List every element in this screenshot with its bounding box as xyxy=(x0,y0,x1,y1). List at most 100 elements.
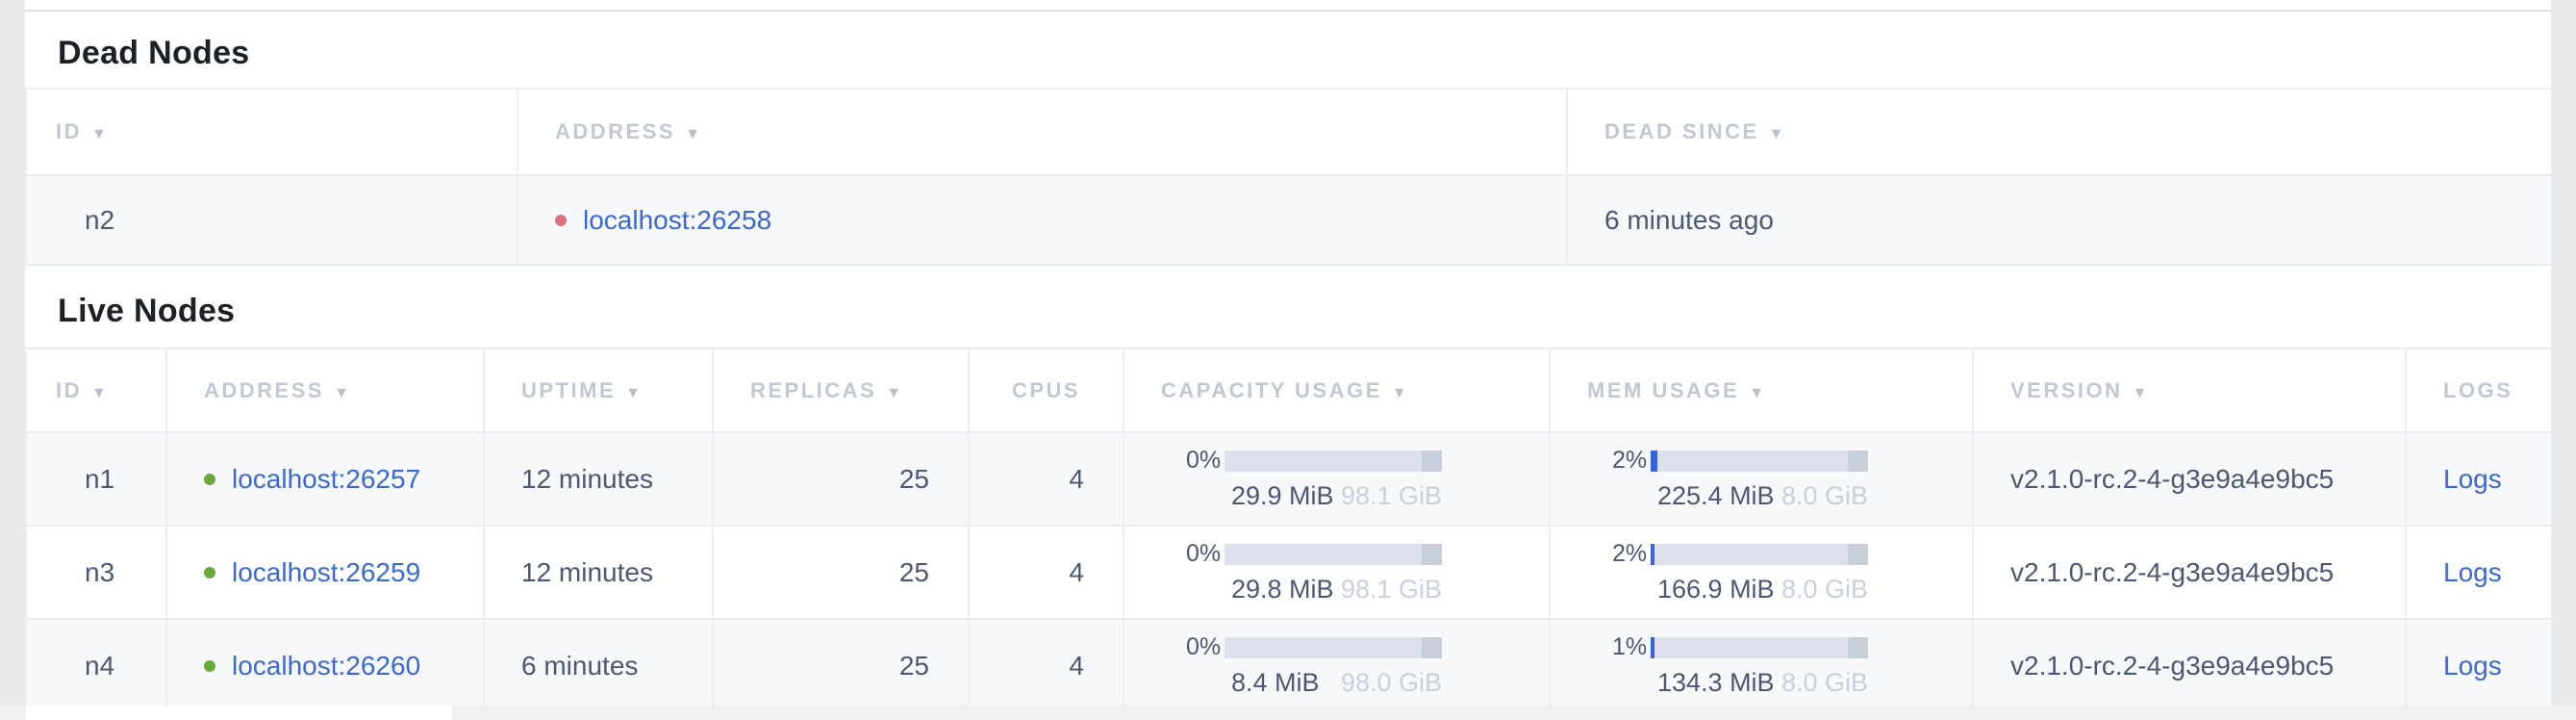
capacity-bar xyxy=(1225,544,1442,565)
mem-usage-widget: 2% 166.9 MiB 8.0 GiB xyxy=(1587,540,1868,604)
live-col-header-mem-usage[interactable]: MEM USAGE▼ xyxy=(1550,348,1973,432)
mem-bar-fill xyxy=(1651,450,1657,472)
address-link[interactable]: localhost:26258 xyxy=(583,205,771,236)
live-nodes-title: Live Nodes xyxy=(25,266,2551,347)
sort-arrow-icon: ▼ xyxy=(2133,385,2148,401)
dead-status-dot-icon xyxy=(555,215,567,226)
live-status-dot-icon xyxy=(204,567,215,579)
column-label: ID xyxy=(56,119,82,143)
live-col-header-version[interactable]: VERSION ▼ xyxy=(1973,348,2406,432)
replicas-cell: 25 xyxy=(713,526,969,619)
mem-bar-fill xyxy=(1651,544,1654,565)
address-link[interactable]: localhost:26259 xyxy=(232,557,420,588)
replicas-cell: 25 xyxy=(713,619,969,706)
live-col-header-capacity-usage[interactable]: CAPACITY USAGE ▼ xyxy=(1124,348,1550,432)
live-col-header-id[interactable]: ID▼ xyxy=(26,348,166,432)
node-address-cell: localhost:26259 xyxy=(166,526,484,619)
capacity-usage-cell: 0% 29.8 MiB 98.1 GiB xyxy=(1124,526,1550,619)
live-status-dot-icon xyxy=(204,474,215,485)
usage-used: 8.4 MiB xyxy=(1231,668,1320,698)
logs-link[interactable]: Logs xyxy=(2443,464,2502,494)
sort-arrow-icon: ▼ xyxy=(1392,385,1407,401)
table-row: n1 localhost:26257 12 minutes 25 4 0% xyxy=(26,432,2551,526)
usage-percent: 0% xyxy=(1186,540,1225,568)
mem-usage-widget: 2% 225.4 MiB 8.0 GiB xyxy=(1587,447,1868,511)
cpus-cell: 4 xyxy=(969,526,1124,619)
capacity-usage-widget: 0% 8.4 MiB 98.0 GiB xyxy=(1161,633,1442,698)
dead-nodes-title: Dead Nodes xyxy=(25,12,2551,88)
usage-total: 8.0 GiB xyxy=(1781,668,1868,698)
live-col-header-cpus: CPUS xyxy=(969,348,1124,432)
node-address-cell: localhost:26258 xyxy=(518,175,1567,265)
usage-total: 98.0 GiB xyxy=(1341,668,1442,698)
horizontal-scrollbar-thumb[interactable] xyxy=(26,706,452,720)
capacity-bar-endcap xyxy=(1422,637,1442,658)
dead-col-header-id[interactable]: ID ▼ xyxy=(26,89,518,175)
mem-usage-cell: 2% 166.9 MiB 8.0 GiB xyxy=(1550,526,1973,619)
sort-arrow-icon: ▼ xyxy=(334,385,349,401)
mem-bar xyxy=(1651,637,1868,658)
sort-arrow-icon: ▼ xyxy=(685,126,700,142)
mem-usage-cell: 1% 134.3 MiB 8.0 GiB xyxy=(1550,619,1973,706)
column-label: CPUS xyxy=(1012,378,1080,402)
live-nodes-header-row: ID▼ ADDRESS▼ UPTIME▼ REPLICAS▼ CPUS CAPA… xyxy=(26,348,2551,432)
address-link[interactable]: localhost:26257 xyxy=(232,464,420,495)
cpus-cell: 4 xyxy=(969,619,1124,706)
logs-link[interactable]: Logs xyxy=(2443,651,2502,681)
live-col-header-address[interactable]: ADDRESS▼ xyxy=(166,348,484,432)
logs-link[interactable]: Logs xyxy=(2443,557,2502,587)
usage-used: 29.8 MiB xyxy=(1231,575,1334,604)
usage-total: 98.1 GiB xyxy=(1341,575,1442,604)
table-row: n4 localhost:26260 6 minutes 25 4 0% xyxy=(26,619,2551,706)
sort-arrow-icon: ▼ xyxy=(886,385,901,401)
usage-used: 134.3 MiB xyxy=(1657,668,1775,698)
live-status-dot-icon xyxy=(204,660,215,672)
mem-bar-fill xyxy=(1651,637,1654,658)
column-label: DEAD SINCE xyxy=(1604,119,1759,143)
logs-cell: Logs xyxy=(2406,432,2551,526)
column-label: ADDRESS xyxy=(555,119,675,143)
node-address-cell: localhost:26257 xyxy=(166,432,484,526)
live-col-header-logs: LOGS xyxy=(2406,348,2551,432)
version-cell: v2.1.0-rc.2-4-g3e9a4e9bc5 xyxy=(1973,432,2406,526)
version-cell: v2.1.0-rc.2-4-g3e9a4e9bc5 xyxy=(1973,526,2406,619)
dead-col-header-address[interactable]: ADDRESS ▼ xyxy=(518,89,1567,175)
node-id-cell: n1 xyxy=(26,432,166,526)
dead-col-header-dead-since[interactable]: DEAD SINCE ▼ xyxy=(1567,89,2551,175)
capacity-usage-widget: 0% 29.8 MiB 98.1 GiB xyxy=(1161,540,1442,604)
node-id-cell: n2 xyxy=(26,175,518,265)
usage-total: 98.1 GiB xyxy=(1341,481,1442,511)
mem-bar-endcap xyxy=(1848,637,1868,658)
mem-usage-widget: 1% 134.3 MiB 8.0 GiB xyxy=(1587,633,1868,698)
mem-bar xyxy=(1651,450,1868,472)
uptime-cell: 12 minutes xyxy=(484,432,713,526)
node-id-cell: n4 xyxy=(26,619,166,706)
usage-used: 29.9 MiB xyxy=(1231,481,1334,511)
sort-arrow-icon: ▼ xyxy=(1769,126,1784,142)
usage-total: 8.0 GiB xyxy=(1781,575,1868,604)
dead-nodes-header-row: ID ▼ ADDRESS ▼ DEAD SINCE ▼ xyxy=(26,89,2551,175)
mem-usage-cell: 2% 225.4 MiB 8.0 GiB xyxy=(1550,432,1973,526)
usage-percent: 2% xyxy=(1612,540,1651,568)
replicas-cell: 25 xyxy=(713,432,969,526)
column-label: VERSION xyxy=(2010,378,2123,402)
address-link[interactable]: localhost:26260 xyxy=(232,651,420,681)
column-label: CAPACITY USAGE xyxy=(1161,378,1382,402)
node-list-panel: Dead Nodes ID ▼ ADDRESS ▼ DEAD SINCE ▼ n2 l… xyxy=(25,0,2551,706)
uptime-cell: 6 minutes xyxy=(484,619,713,706)
logs-cell: Logs xyxy=(2406,619,2551,706)
sort-arrow-icon: ▼ xyxy=(1749,385,1764,401)
capacity-bar-endcap xyxy=(1422,544,1442,565)
sort-arrow-icon: ▼ xyxy=(91,126,107,142)
mem-bar-endcap xyxy=(1848,450,1868,472)
usage-total: 8.0 GiB xyxy=(1781,481,1868,511)
sort-arrow-icon: ▼ xyxy=(91,385,107,401)
usage-percent: 0% xyxy=(1186,447,1225,475)
live-col-header-uptime[interactable]: UPTIME▼ xyxy=(484,348,713,432)
dead-nodes-table: ID ▼ ADDRESS ▼ DEAD SINCE ▼ n2 localhost:26… xyxy=(25,88,2551,266)
table-row: n2 localhost:26258 6 minutes ago xyxy=(26,175,2551,265)
live-col-header-replicas[interactable]: REPLICAS▼ xyxy=(713,348,969,432)
usage-used: 166.9 MiB xyxy=(1657,575,1775,604)
capacity-bar xyxy=(1225,450,1442,472)
column-label: LOGS xyxy=(2443,378,2513,402)
